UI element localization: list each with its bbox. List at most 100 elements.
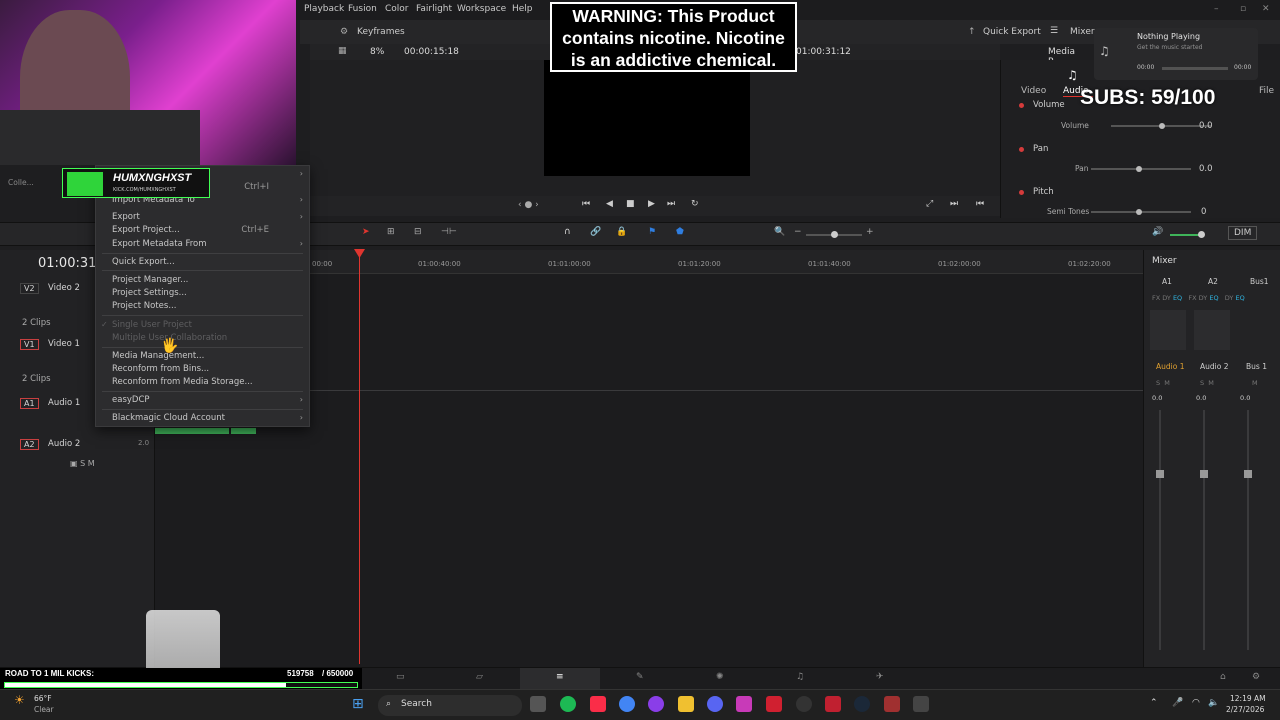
clock-date[interactable]: 2/27/2026 bbox=[1226, 705, 1264, 714]
davinci-resolve-icon[interactable] bbox=[825, 696, 841, 712]
fader-a1[interactable] bbox=[1156, 470, 1164, 478]
wifi-icon[interactable]: ◠ bbox=[1192, 698, 1200, 708]
taskbar-search-box[interactable] bbox=[378, 695, 522, 716]
play-icon[interactable]: ▶ bbox=[648, 199, 655, 209]
collections-label[interactable]: Colle... bbox=[8, 178, 34, 187]
go-to-end-icon[interactable]: ⏭ bbox=[667, 199, 675, 209]
menu-item-export-project[interactable]: Export Project... bbox=[112, 225, 180, 235]
maximize-button[interactable]: ▫ bbox=[1240, 4, 1246, 14]
chrome-icon[interactable] bbox=[619, 696, 635, 712]
mixer-pan-a2[interactable] bbox=[1194, 310, 1230, 350]
track-name-v1[interactable]: Video 1 bbox=[48, 339, 80, 349]
play-reverse-icon[interactable]: ◀ bbox=[606, 199, 613, 209]
dim-button[interactable]: DIM bbox=[1228, 226, 1258, 240]
menu-item-reconform-bins[interactable]: Reconform from Bins... bbox=[112, 364, 209, 374]
discord-icon[interactable] bbox=[707, 696, 723, 712]
mixer-sm-a1[interactable]: S M bbox=[1156, 379, 1170, 387]
zoom-search-icon[interactable]: 🔍 bbox=[774, 227, 785, 237]
fader-bus1[interactable] bbox=[1244, 470, 1252, 478]
windows-start-icon[interactable]: ⊞ bbox=[352, 696, 364, 712]
pitch-knob[interactable] bbox=[1136, 209, 1142, 215]
app-icon[interactable] bbox=[913, 696, 929, 712]
viewer-frame[interactable] bbox=[544, 60, 750, 176]
track-name-v2[interactable]: Video 2 bbox=[48, 283, 80, 293]
snapping-icon[interactable]: ∩ bbox=[564, 227, 571, 237]
mixer-fx-row[interactable]: FX DY EQ FX DY EQ DY EQ bbox=[1152, 294, 1245, 302]
quick-export-button[interactable]: Quick Export bbox=[983, 27, 1041, 37]
menu-playback[interactable]: Playback bbox=[304, 4, 344, 14]
zoom-slider-knob[interactable] bbox=[831, 231, 838, 238]
apple-music-icon[interactable] bbox=[590, 696, 606, 712]
page-cut-icon[interactable]: ▱ bbox=[476, 672, 483, 682]
stop-icon[interactable]: ■ bbox=[626, 199, 635, 209]
pan-value[interactable]: 0.0 bbox=[1199, 164, 1213, 174]
menu-help[interactable]: Help bbox=[512, 4, 533, 14]
mixer-pan-a1[interactable] bbox=[1150, 310, 1186, 350]
menu-item-export-metadata[interactable]: Export Metadata From bbox=[112, 239, 207, 249]
playhead-line[interactable] bbox=[359, 252, 360, 664]
track-tag-a2[interactable]: A2 bbox=[20, 439, 39, 450]
selection-tool-icon[interactable]: ➤ bbox=[362, 227, 370, 237]
volume-value[interactable]: 0.0 bbox=[1199, 121, 1213, 131]
inspector-tab-file[interactable]: File bbox=[1259, 86, 1274, 96]
go-to-start-icon[interactable]: ⏮ bbox=[582, 199, 590, 209]
microphone-icon[interactable]: 🎤 bbox=[1172, 698, 1183, 708]
dynamic-trim-icon[interactable]: ⊟ bbox=[414, 227, 422, 237]
menu-color[interactable]: Color bbox=[385, 4, 409, 14]
weather-temp[interactable]: 66°F bbox=[34, 694, 52, 703]
audio-clip[interactable] bbox=[155, 428, 229, 434]
zoom-in-icon[interactable]: + bbox=[866, 227, 874, 237]
mixer-toggle-button[interactable]: Mixer bbox=[1070, 27, 1095, 37]
app-icon[interactable] bbox=[796, 696, 812, 712]
spotify-icon[interactable] bbox=[560, 696, 576, 712]
mixer-sm-a2[interactable]: S M bbox=[1200, 379, 1214, 387]
menu-item-project-manager[interactable]: Project Manager... bbox=[112, 275, 188, 285]
page-color-icon[interactable]: ✺ bbox=[716, 672, 724, 682]
volume-knob[interactable] bbox=[1159, 123, 1165, 129]
match-frame-icon[interactable]: ⤢ bbox=[926, 199, 933, 209]
track-name-a2[interactable]: Audio 2 bbox=[48, 439, 80, 449]
tray-chevron-icon[interactable]: ⌃ bbox=[1150, 698, 1158, 708]
home-icon[interactable]: ⌂ bbox=[1220, 672, 1226, 682]
mixer-m-bus1[interactable]: M bbox=[1252, 379, 1258, 387]
flag-icon[interactable]: ⚑ bbox=[648, 227, 656, 237]
fader-a2[interactable] bbox=[1200, 470, 1208, 478]
menu-item-reconform-storage[interactable]: Reconform from Media Storage... bbox=[112, 377, 253, 387]
lock-icon[interactable]: 🔒 bbox=[616, 227, 627, 237]
blade-tool-icon[interactable]: ⊣⊢ bbox=[441, 227, 457, 237]
next-edit-icon[interactable]: ⏭ bbox=[950, 199, 958, 209]
volume-keyframe-dot[interactable] bbox=[1019, 103, 1024, 108]
file-explorer-icon[interactable] bbox=[530, 696, 546, 712]
track-tag-v2[interactable]: V2 bbox=[20, 283, 39, 294]
layout-icon[interactable]: ▦ bbox=[338, 46, 347, 56]
clock-time[interactable]: 12:19 AM bbox=[1230, 694, 1266, 703]
volume-icon[interactable]: 🔊 bbox=[1152, 227, 1163, 237]
pitch-value[interactable]: 0 bbox=[1201, 207, 1206, 217]
menu-workspace[interactable]: Workspace bbox=[457, 4, 506, 14]
folder-icon[interactable] bbox=[678, 696, 694, 712]
audio-clip[interactable] bbox=[231, 428, 256, 434]
loop-icon[interactable]: ↻ bbox=[691, 199, 699, 209]
app-icon[interactable] bbox=[648, 696, 664, 712]
menu-item-export[interactable]: Export bbox=[112, 212, 140, 222]
settings-gear-icon[interactable]: ⚙ bbox=[1252, 672, 1260, 682]
steam-icon[interactable] bbox=[854, 696, 870, 712]
menu-item-media-management[interactable]: Media Management... bbox=[112, 351, 204, 361]
menu-item-project-notes[interactable]: Project Notes... bbox=[112, 301, 176, 311]
app-icon[interactable] bbox=[884, 696, 900, 712]
linked-selection-icon[interactable]: 🔗 bbox=[590, 227, 601, 237]
now-playing-progress[interactable] bbox=[1162, 67, 1228, 70]
prev-edit-icon[interactable]: ⏮ bbox=[976, 199, 984, 209]
pan-keyframe-dot[interactable] bbox=[1019, 147, 1024, 152]
pitch-keyframe-dot[interactable] bbox=[1019, 190, 1024, 195]
track-tag-a1[interactable]: A1 bbox=[20, 398, 39, 409]
a2-track-controls[interactable]: ▣ S M bbox=[70, 459, 95, 468]
menu-item-easydcp[interactable]: easyDCP bbox=[112, 395, 150, 405]
marker-icon[interactable]: ⬟ bbox=[676, 227, 684, 237]
opera-icon[interactable] bbox=[766, 696, 782, 712]
close-button[interactable]: ✕ bbox=[1262, 4, 1270, 14]
menu-fusion[interactable]: Fusion bbox=[348, 4, 377, 14]
trim-tool-icon[interactable]: ⊞ bbox=[387, 227, 395, 237]
page-edit-icon[interactable]: ≡ bbox=[556, 672, 564, 682]
zoom-level[interactable]: 8% bbox=[370, 47, 384, 57]
